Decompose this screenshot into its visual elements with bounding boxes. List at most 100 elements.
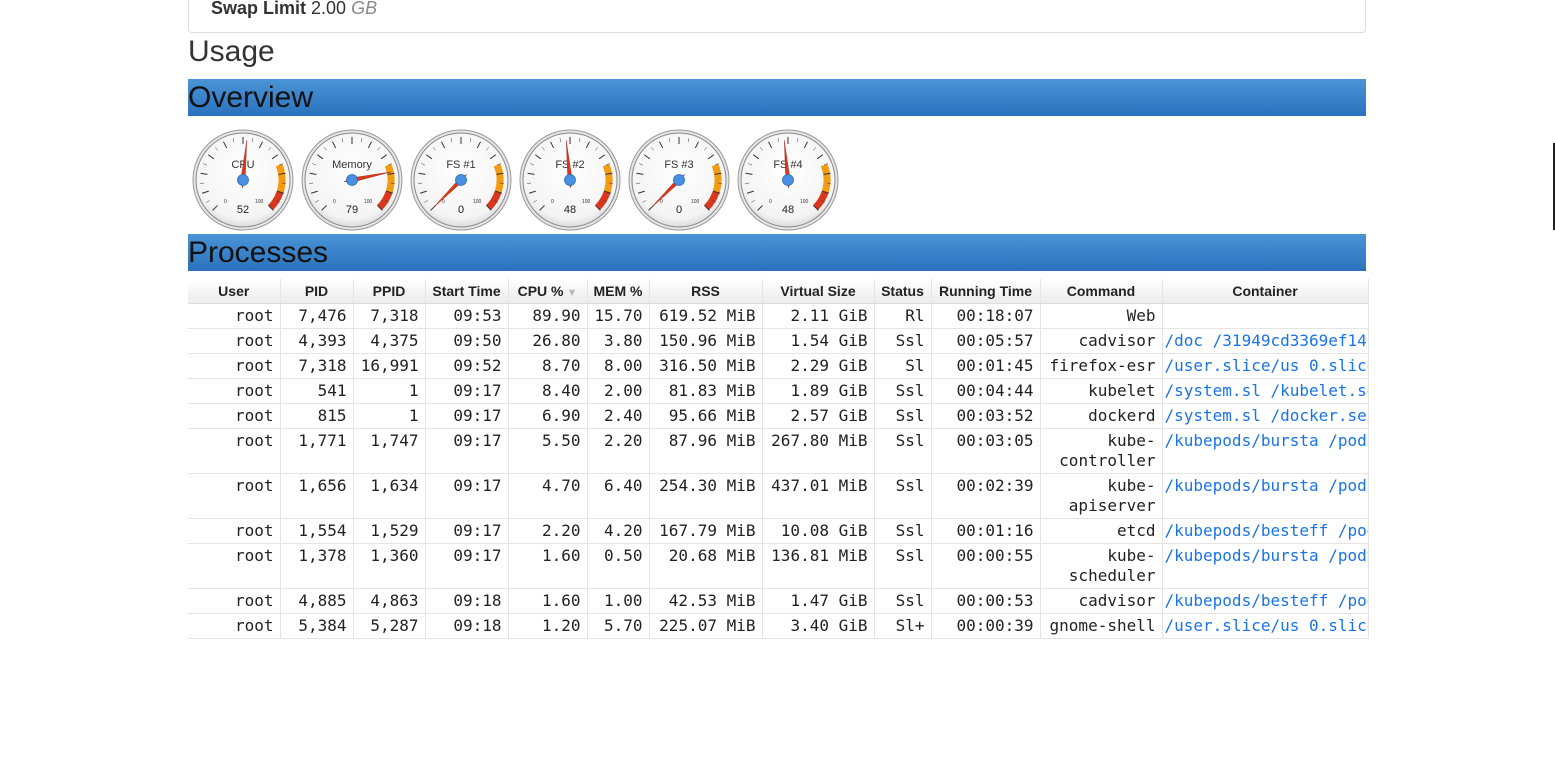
cell-pid: 1,554 (280, 518, 354, 544)
cell-rss: 225.07 MiB (649, 613, 763, 639)
column-header-command[interactable]: Command (1040, 279, 1163, 304)
swap-limit-label: Swap Limit (211, 0, 307, 18)
cell-container[interactable]: /kubepods/besteff /podb84 (1162, 518, 1369, 544)
cell-virtual-size: 2.11 GiB (762, 303, 875, 329)
cell-user: root (188, 613, 281, 639)
gauge-hub (564, 174, 576, 186)
column-header-virtual-size[interactable]: Virtual Size (762, 279, 875, 304)
column-header-label: CPU % (517, 283, 564, 299)
gauge-warning-band (711, 163, 722, 194)
cell-start-time: 09:17 (425, 403, 509, 429)
cell-start-time: 09:17 (425, 378, 509, 404)
cell-running-time: 00:05:57 (931, 328, 1041, 354)
column-header-label: Running Time (938, 283, 1033, 299)
column-header-label: PPID (372, 283, 406, 299)
cell-status: Ssl (874, 588, 932, 614)
column-header-running-time[interactable]: Running Time (931, 279, 1041, 304)
cell-ppid: 1,747 (353, 428, 426, 474)
cell-container[interactable]: /user.slice/us 0.slice/se (1162, 613, 1369, 639)
cell-start-time: 09:53 (425, 303, 509, 329)
gauge-cpu: 0100CPU52 (192, 129, 294, 231)
cell-user: root (188, 428, 281, 474)
cell-running-time: 00:00:39 (931, 613, 1041, 639)
cell-virtual-size: 1.47 GiB (762, 588, 875, 614)
cell-container[interactable]: /user.slice/us 0.slice/us (1162, 353, 1369, 379)
cell-virtual-size: 3.40 GiB (762, 613, 875, 639)
cell-container[interactable] (1162, 303, 1369, 329)
table-row: root 4,885 4,863 09:18 1.60 1.00 42.53 MiB 1.47… (188, 588, 1369, 614)
processes-section-header: Processes (188, 234, 1366, 271)
column-header-cpu[interactable]: CPU % ▼ (508, 279, 588, 304)
cell-ppid: 1 (353, 403, 426, 429)
gauge-fs-2: 0 100 FS #2 48 (519, 129, 621, 231)
gauge-dial: 0 100FS #448 (737, 129, 839, 231)
gauge-hub (782, 174, 794, 186)
cell-virtual-size: 2.29 GiB (762, 353, 875, 379)
cell-virtual-size: 136.81 MiB (762, 543, 875, 589)
gauge-fs-3: 0 100 FS #3 0 (628, 129, 730, 231)
table-header-row: User PID PPID Start Time CPU % ▼ MEM % RSS Virtu… (188, 279, 1369, 304)
cell-running-time: 00:04:44 (931, 378, 1041, 404)
cell-virtual-size: 1.54 GiB (762, 328, 875, 354)
cell-container[interactable]: /kubepods/besteff /pod046 (1162, 588, 1369, 614)
gauge-dial: 0100CPU52 (192, 129, 294, 231)
table-row: root 5,384 5,287 09:18 1.20 5.70 225.07 MiB 3.4… (188, 613, 1369, 639)
cell-command: dockerd (1040, 403, 1163, 429)
gauge-min-label: 0 (442, 199, 445, 205)
cell-pid: 4,393 (280, 328, 354, 354)
processes-table: User PID PPID Start Time CPU % ▼ MEM % RSS Virtu… (188, 279, 1369, 639)
table-row: root 4,393 4,375 09:50 26.80 3.80 150.96 MiB 1.… (188, 328, 1369, 354)
column-header-mem[interactable]: MEM % (587, 279, 650, 304)
cell-container[interactable]: /doc /31949cd3369ef14fe3c (1162, 328, 1369, 354)
cell-container[interactable]: /system.sl /docker.serv (1162, 403, 1369, 429)
cell-container[interactable]: /kubepods/bursta /pod20f1 (1162, 473, 1369, 519)
cell-status: Ssl (874, 473, 932, 519)
cell-running-time: 00:01:16 (931, 518, 1041, 544)
cell-running-time: 00:00:55 (931, 543, 1041, 589)
column-header-label: Container (1232, 283, 1298, 299)
cell-user: root (188, 303, 281, 329)
table-row: root 7,476 7,318 09:53 89.90 15.70 619.52 MiB 2… (188, 303, 1369, 329)
cell-rss: 87.96 MiB (649, 428, 763, 474)
sort-desc-icon[interactable]: ▼ (567, 287, 578, 299)
column-header-pid[interactable]: PID (280, 279, 354, 304)
cell-rss: 20.68 MiB (649, 543, 763, 589)
cell-start-time: 09:18 (425, 613, 509, 639)
gauge-warning-band (602, 163, 613, 194)
cell-mem: 2.40 (587, 403, 650, 429)
cell-container[interactable]: /system.sl /kubelet.serv (1162, 378, 1369, 404)
column-header-status[interactable]: Status (874, 279, 932, 304)
cell-command: gnome-shell (1040, 613, 1163, 639)
table-row: root 541 1 09:17 8.40 2.00 81.83 MiB 1.89 GiB Ss… (188, 378, 1369, 404)
table-row: root 1,378 1,360 09:17 1.60 0.50 20.68 MiB 136.… (188, 543, 1369, 589)
cell-command: kube- apiserver (1040, 473, 1163, 519)
usage-heading: Usage (188, 35, 275, 68)
cell-pid: 5,384 (280, 613, 354, 639)
cell-container[interactable]: /kubepods/bursta /poda178 (1162, 428, 1369, 474)
cell-cpu: 26.80 (508, 328, 588, 354)
gauge-hub (455, 174, 467, 186)
table-row: root 1,554 1,529 09:17 2.20 4.20 167.79 MiB 10.… (188, 518, 1369, 544)
gauge-value: 79 (346, 204, 358, 216)
cell-virtual-size: 10.08 GiB (762, 518, 875, 544)
column-header-rss[interactable]: RSS (649, 279, 763, 304)
cell-container[interactable]: /kubepods/bursta /pod9729 (1162, 543, 1369, 589)
column-header-start-time[interactable]: Start Time (425, 279, 509, 304)
cell-command: etcd (1040, 518, 1163, 544)
swap-limit-value: 2.00 (311, 0, 347, 18)
gauge-value: 48 (782, 204, 794, 216)
cell-ppid: 4,375 (353, 328, 426, 354)
column-header-ppid[interactable]: PPID (353, 279, 426, 304)
gauge-warning-band (493, 163, 504, 194)
gauge-value: 48 (564, 204, 576, 216)
table-row: root 1,771 1,747 09:17 5.50 2.20 87.96 MiB 267.… (188, 428, 1369, 474)
cell-cpu: 89.90 (508, 303, 588, 329)
column-header-container[interactable]: Container (1162, 279, 1369, 304)
cell-command: kubelet (1040, 378, 1163, 404)
cell-virtual-size: 437.01 MiB (762, 473, 875, 519)
gauge-value: 0 (458, 204, 464, 216)
column-header-user[interactable]: User (188, 279, 281, 304)
cell-cpu: 5.50 (508, 428, 588, 474)
gauge-label: Memory (332, 159, 372, 171)
table-row: root 1,656 1,634 09:17 4.70 6.40 254.30 MiB 437… (188, 473, 1369, 519)
